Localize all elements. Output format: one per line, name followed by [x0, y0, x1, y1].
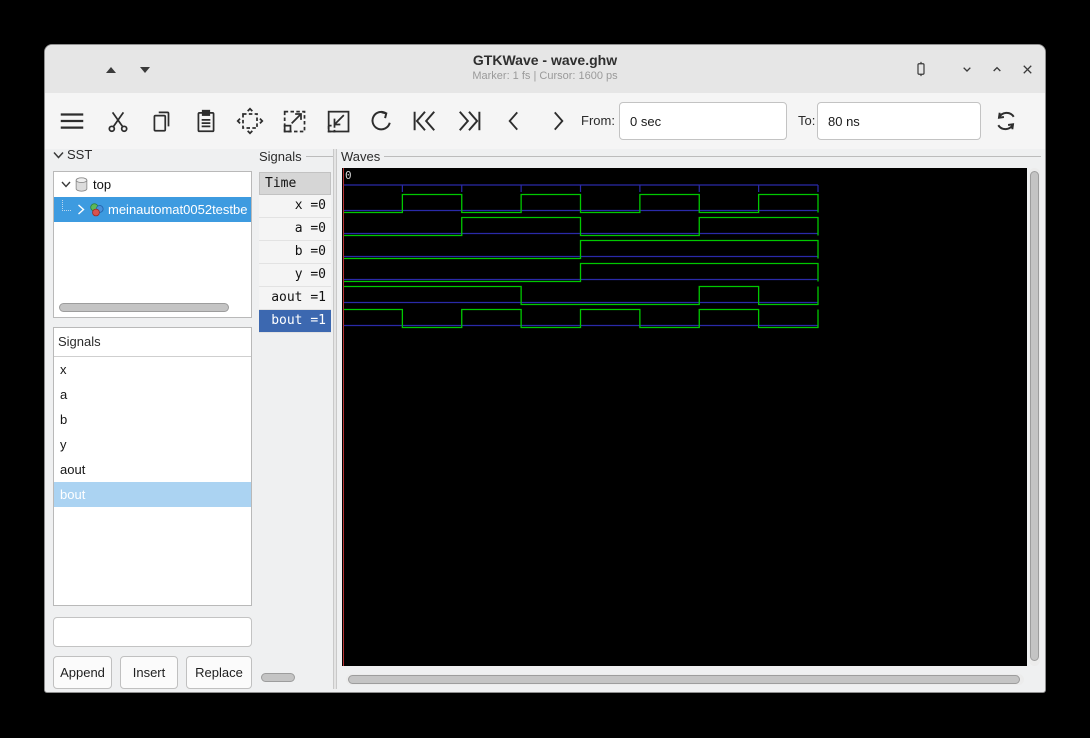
signal-list-header: Signals — [54, 328, 251, 357]
wave-trace-b — [343, 239, 819, 260]
expander-right-icon[interactable] — [77, 204, 85, 215]
replace-button[interactable]: Replace — [186, 656, 252, 689]
waveform-plot[interactable] — [342, 168, 1027, 666]
undo-button[interactable] — [366, 106, 396, 136]
zoom-in-button[interactable] — [279, 106, 309, 136]
tree-connector — [62, 200, 71, 211]
paste-button[interactable] — [191, 106, 221, 136]
frame-line — [384, 156, 1041, 157]
wave-trace-x — [343, 193, 819, 214]
close-icon — [1022, 64, 1032, 74]
from-input[interactable] — [619, 102, 787, 140]
append-button[interactable]: Append — [53, 656, 112, 689]
wave-trace-a — [343, 216, 819, 237]
title-area: GTKWave - wave.ghw Marker: 1 fs | Cursor… — [45, 51, 1045, 84]
list-item[interactable]: a — [54, 382, 251, 407]
cut-icon — [108, 111, 128, 133]
from-label: From: — [581, 113, 615, 128]
signals-frame-label: Signals — [259, 149, 333, 164]
shift-right-button[interactable] — [543, 106, 573, 136]
paste-icon — [197, 109, 215, 133]
copy-button[interactable] — [147, 106, 177, 136]
skip-to-start-icon — [413, 111, 435, 131]
wave-trace-aout — [343, 285, 819, 306]
reload-button[interactable] — [991, 106, 1021, 136]
signal-search-panel[interactable]: Signals x a b y aout bout — [53, 327, 252, 606]
chevron-right-icon — [554, 111, 564, 131]
toolbar: From: To: — [45, 93, 1045, 149]
list-item[interactable]: x — [54, 357, 251, 382]
gtkwave-window: GTKWave - wave.ghw Marker: 1 fs | Cursor… — [44, 44, 1046, 693]
zoom-fit-button[interactable] — [235, 106, 265, 136]
search-input[interactable] — [65, 623, 245, 641]
signal-value-row[interactable]: b =0 — [259, 241, 331, 264]
wave-canvas[interactable]: 0 — [342, 168, 1027, 666]
shift-left-button[interactable] — [499, 106, 529, 136]
signal-value-row[interactable]: aout =1 — [259, 287, 331, 310]
sst-frame-label: SST — [53, 147, 113, 162]
tree-horizontal-scrollbar[interactable] — [59, 303, 229, 312]
tree-node-label: meinautomat0052testbe — [108, 202, 248, 217]
signal-value-row[interactable]: y =0 — [259, 264, 331, 287]
to-input[interactable] — [817, 102, 981, 140]
undo-icon — [371, 110, 391, 131]
zoom-in-icon — [283, 110, 306, 133]
waves-frame-label: Waves — [341, 149, 1041, 164]
sst-tree-panel[interactable]: top meinautomat0052testbe — [53, 171, 252, 318]
chevron-left-icon — [508, 111, 518, 131]
chevron-down-icon — [963, 67, 971, 72]
zoom-fit-icon — [236, 107, 264, 135]
tree-row-testbench[interactable]: meinautomat0052testbe — [54, 197, 251, 222]
maximize-button[interactable] — [987, 59, 1007, 79]
signal-value-row[interactable]: a =0 — [259, 218, 331, 241]
signal-search-box[interactable] — [53, 617, 252, 647]
list-item[interactable]: aout — [54, 457, 251, 482]
keep-above-button[interactable] — [911, 59, 931, 79]
skip-to-end-icon — [459, 111, 481, 131]
titlebar[interactable]: GTKWave - wave.ghw Marker: 1 fs | Cursor… — [45, 45, 1045, 94]
wave-trace-bout — [343, 308, 819, 329]
insert-button[interactable]: Insert — [120, 656, 178, 689]
tree-row-top[interactable]: top — [54, 172, 251, 197]
zoom-out-button[interactable] — [323, 106, 353, 136]
timeline-origin-label: 0 — [345, 169, 352, 182]
signals-horizontal-scrollbar[interactable] — [261, 673, 295, 682]
expander-down-icon[interactable] — [53, 151, 64, 159]
menu-button[interactable] — [57, 106, 87, 136]
tree-node-label: top — [93, 177, 112, 192]
wave-trace-y — [343, 262, 819, 283]
waves-vscroll-track[interactable] — [1029, 168, 1040, 666]
cut-button[interactable] — [103, 106, 133, 136]
waves-vertical-scrollbar[interactable] — [1030, 171, 1039, 661]
go-to-end-button[interactable] — [454, 106, 484, 136]
frame-line — [305, 156, 333, 157]
copy-icon — [153, 111, 170, 132]
signal-value-row-selected[interactable]: bout =1 — [259, 310, 331, 333]
instance-icon — [90, 203, 104, 217]
module-icon — [75, 177, 88, 192]
list-item-selected[interactable]: bout — [54, 482, 251, 507]
waves-hscroll-track[interactable] — [346, 674, 1024, 685]
waves-horizontal-scrollbar[interactable] — [348, 675, 1020, 684]
to-label: To: — [798, 113, 816, 128]
list-item[interactable]: y — [54, 432, 251, 457]
reload-icon — [997, 111, 1015, 131]
go-to-start-button[interactable] — [410, 106, 440, 136]
time-header[interactable]: Time — [259, 172, 331, 195]
expander-down-icon[interactable] — [61, 181, 71, 188]
menu-icon — [60, 113, 84, 129]
window-subtitle: Marker: 1 fs | Cursor: 1600 ps — [472, 70, 618, 82]
signal-value-row[interactable]: x =0 — [259, 195, 331, 218]
minimize-button[interactable] — [957, 59, 977, 79]
close-button[interactable] — [1017, 59, 1037, 79]
zoom-out-icon — [327, 110, 350, 133]
pin-window-icon — [917, 61, 925, 77]
pane-splitter[interactable] — [333, 149, 337, 689]
window-title: GTKWave - wave.ghw — [472, 52, 618, 68]
desktop-background: GTKWave - wave.ghw Marker: 1 fs | Cursor… — [0, 0, 1090, 738]
chevron-up-icon — [993, 66, 1001, 72]
list-item[interactable]: b — [54, 407, 251, 432]
